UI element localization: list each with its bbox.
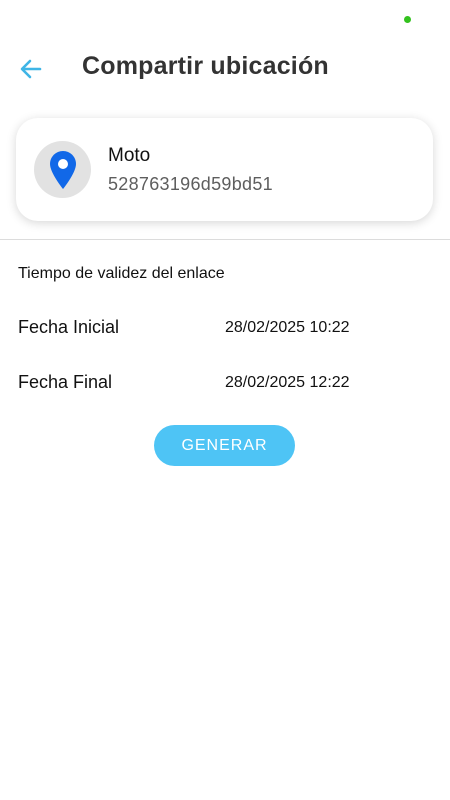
validity-section-label: Tiempo de validez del enlace <box>18 265 225 282</box>
divider <box>0 239 450 240</box>
end-date-field[interactable]: 28/02/2025 12:22 <box>225 374 350 392</box>
generate-button[interactable]: GENERAR <box>154 425 295 466</box>
map-pin-icon <box>49 150 76 189</box>
arrow-left-icon <box>20 59 42 79</box>
start-date-field[interactable]: 28/02/2025 10:22 <box>225 319 350 337</box>
status-indicator-dot <box>404 16 411 23</box>
device-id: 528763196d59bd51 <box>108 174 273 194</box>
start-date-label: Fecha Inicial <box>18 317 120 337</box>
device-card[interactable]: Moto 528763196d59bd51 <box>16 118 433 221</box>
device-name: Moto <box>108 145 151 166</box>
end-date-label: Fecha Final <box>18 372 113 392</box>
avatar <box>34 141 91 198</box>
page-title: Compartir ubicación <box>82 52 329 80</box>
back-button[interactable] <box>14 54 48 84</box>
